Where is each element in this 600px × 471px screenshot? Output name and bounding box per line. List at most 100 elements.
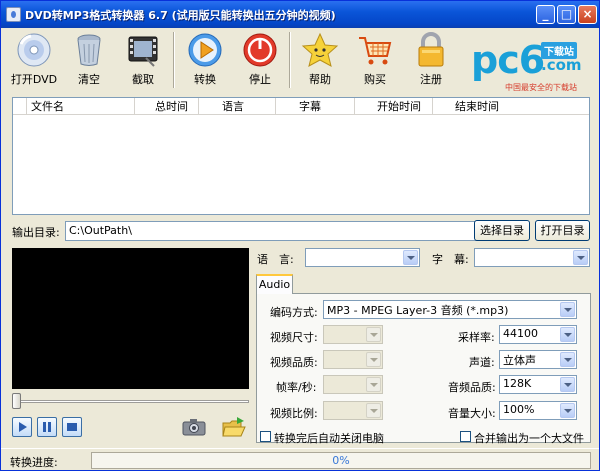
- capture-label: 截取: [132, 73, 154, 86]
- column-header-filename[interactable]: 文件名: [27, 98, 135, 115]
- merge-label[interactable]: 合并输出为一个大文件: [474, 430, 584, 446]
- column-header-total-time[interactable]: 总时间: [151, 98, 199, 115]
- column-header-start-time[interactable]: 开始时间: [373, 98, 433, 115]
- channel-value: 立体声: [503, 354, 536, 367]
- fps-select[interactable]: [323, 375, 383, 394]
- subtitle-label: 字 幕:: [432, 253, 469, 266]
- codec-value: MP3 - MPEG Layer-3 音频 (*.mp3): [327, 304, 509, 317]
- app-disc-icon: [6, 7, 21, 22]
- video-size-select[interactable]: [323, 325, 383, 344]
- maximize-icon: □: [560, 7, 573, 21]
- progress-text: 0%: [332, 454, 350, 467]
- help-button[interactable]: 帮助: [292, 32, 348, 90]
- aspect-label: 视频比例:: [270, 407, 318, 420]
- chevron-down-icon: [366, 377, 381, 392]
- play-button[interactable]: [12, 417, 32, 437]
- clear-button[interactable]: 清空: [61, 32, 117, 90]
- output-dir-row: 输出目录: C:\OutPath\ 选择目录 打开目录: [12, 220, 590, 241]
- tab-audio[interactable]: Audio: [256, 274, 293, 294]
- maximize-button[interactable]: □: [557, 5, 576, 24]
- stop-button[interactable]: 停止: [232, 32, 288, 90]
- column-header-subtitle[interactable]: 字幕: [295, 98, 355, 115]
- toolbar: 打开DVD 清空 截取 转换 停止 帮助 购买 注册 pc6 下载站 .com …: [1, 28, 599, 94]
- app-window: DVD转MP3格式转换器 6.7 (试用版只能转换出五分钟的视频) _ □ × …: [0, 0, 600, 471]
- shopping-cart-icon: [356, 32, 394, 68]
- title-bar: DVD转MP3格式转换器 6.7 (试用版只能转换出五分钟的视频) _ □ ×: [1, 1, 599, 28]
- chevron-down-icon: [560, 352, 575, 367]
- toolbar-separator: [173, 32, 175, 88]
- chevron-down-icon: [366, 403, 381, 418]
- column-header-language[interactable]: 语言: [218, 98, 276, 115]
- help-label: 帮助: [309, 73, 331, 86]
- language-select[interactable]: [305, 248, 420, 267]
- fps-label: 帧率/秒:: [276, 381, 317, 394]
- buy-button[interactable]: 购买: [347, 32, 403, 90]
- play-icon: [19, 422, 27, 432]
- audio-quality-label: 音频品质:: [448, 381, 496, 394]
- film-capture-icon: [124, 32, 162, 68]
- chevron-down-icon: [560, 403, 575, 418]
- choose-dir-button[interactable]: 选择目录: [474, 220, 530, 241]
- output-dir-field[interactable]: C:\OutPath\: [65, 221, 478, 241]
- folder-open-icon: [222, 417, 246, 437]
- seek-thumb[interactable]: [12, 393, 21, 409]
- channel-label: 声道:: [469, 356, 495, 369]
- progress-label: 转换进度:: [10, 456, 58, 469]
- pause-button[interactable]: [37, 417, 57, 437]
- progress-bar: 0%: [91, 452, 591, 469]
- video-preview: [12, 248, 249, 389]
- chevron-down-icon: [366, 327, 381, 342]
- chevron-down-icon: [366, 352, 381, 367]
- codec-label: 编码方式:: [270, 306, 318, 319]
- window-title: DVD转MP3格式转换器 6.7 (试用版只能转换出五分钟的视频): [25, 9, 336, 22]
- minimize-icon: _: [542, 7, 549, 21]
- subtitle-select[interactable]: [474, 248, 590, 267]
- samplerate-value: 44100: [503, 327, 538, 340]
- codec-select[interactable]: MP3 - MPEG Layer-3 音频 (*.mp3): [323, 300, 577, 319]
- merge-checkbox[interactable]: [460, 431, 471, 442]
- volume-value: 100%: [503, 403, 535, 416]
- audio-quality-select[interactable]: 128K: [499, 375, 577, 394]
- shutdown-label[interactable]: 转换完后自动关闭电脑: [274, 430, 384, 446]
- logo-slogan: 中国最安全的下载站: [505, 83, 577, 92]
- convert-button[interactable]: 转换: [177, 32, 233, 90]
- snapshot-button[interactable]: [182, 417, 206, 437]
- aspect-select[interactable]: [323, 401, 383, 420]
- shutdown-checkbox[interactable]: [260, 431, 271, 442]
- open-dir-button[interactable]: 打开目录: [535, 220, 590, 241]
- open-dvd-button[interactable]: 打开DVD: [6, 32, 62, 90]
- padlock-icon: [412, 32, 450, 68]
- output-dir-label: 输出目录:: [12, 226, 60, 239]
- seek-slider[interactable]: [12, 393, 249, 409]
- channel-select[interactable]: 立体声: [499, 350, 577, 369]
- register-button[interactable]: 注册: [403, 32, 459, 90]
- trash-bin-icon: [70, 32, 108, 68]
- minimize-button[interactable]: _: [536, 5, 555, 24]
- convert-label: 转换: [194, 73, 216, 86]
- seek-track: [12, 400, 249, 403]
- play-convert-icon: [186, 32, 224, 68]
- video-quality-select[interactable]: [323, 350, 383, 369]
- logo-domain: .com: [541, 56, 582, 74]
- chevron-down-icon: [560, 377, 575, 392]
- stop-playback-button[interactable]: [62, 417, 82, 437]
- open-dvd-label: 打开DVD: [10, 73, 58, 86]
- file-list[interactable]: 文件名 总时间 语言 字幕 开始时间 结束时间: [12, 97, 590, 215]
- stop-label: 停止: [249, 73, 271, 86]
- column-header-end-time[interactable]: 结束时间: [451, 98, 511, 115]
- volume-select[interactable]: 100%: [499, 401, 577, 420]
- samplerate-label: 采样率:: [458, 331, 495, 344]
- logo-brand: pc6: [471, 38, 545, 82]
- pause-icon: [43, 422, 51, 432]
- file-list-header: 文件名 总时间 语言 字幕 开始时间 结束时间: [13, 98, 589, 115]
- video-size-label: 视频尺寸:: [270, 331, 318, 344]
- open-folder-button[interactable]: [221, 415, 247, 439]
- samplerate-select[interactable]: 44100: [499, 325, 577, 344]
- chevron-down-icon: [573, 250, 588, 265]
- select-column-header[interactable]: [13, 98, 27, 115]
- close-icon: ×: [582, 7, 593, 21]
- capture-button[interactable]: 截取: [115, 32, 171, 90]
- clear-label: 清空: [78, 73, 100, 86]
- close-button[interactable]: ×: [578, 5, 597, 24]
- pc6-logo: pc6 下载站 .com 中国最安全的下载站: [469, 38, 593, 96]
